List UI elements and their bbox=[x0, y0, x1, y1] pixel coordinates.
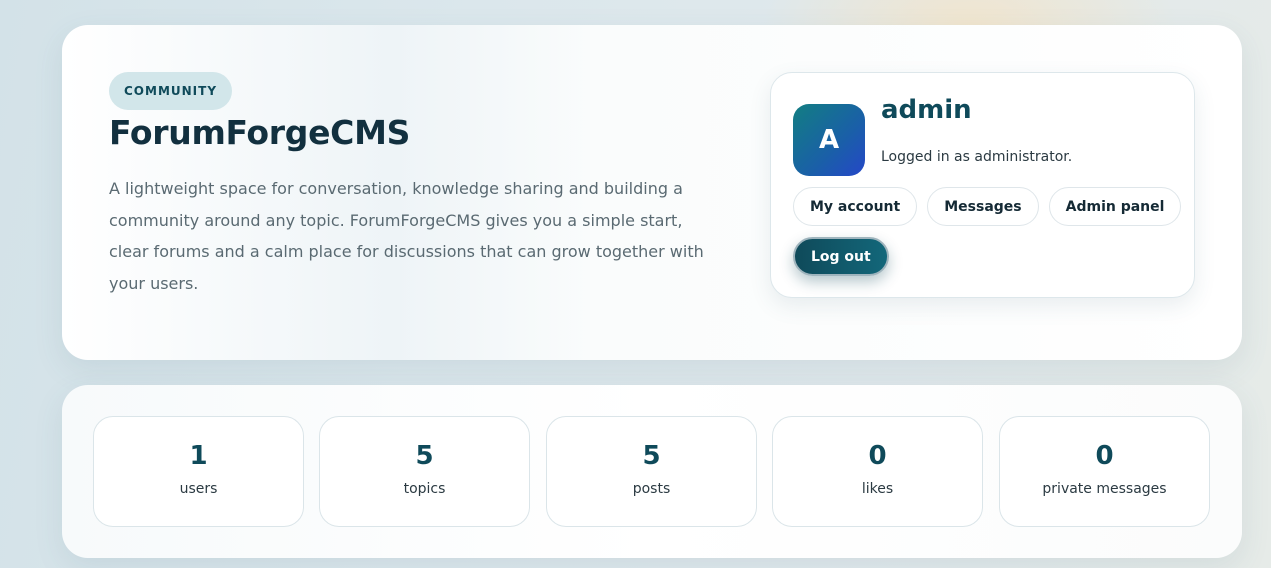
stat-label: users bbox=[179, 481, 218, 497]
community-badge: COMMUNITY bbox=[109, 72, 233, 110]
stat-value: 0 bbox=[868, 441, 887, 471]
stat-card-topics: 5 topics bbox=[319, 416, 530, 527]
stat-card-posts: 5 posts bbox=[546, 416, 757, 527]
stat-label: posts bbox=[632, 481, 671, 497]
stat-label: topics bbox=[403, 481, 446, 497]
user-card: A admin Logged in as administrator. My a… bbox=[770, 72, 1195, 298]
stat-card-likes: 0 likes bbox=[772, 416, 983, 527]
stat-value: 1 bbox=[189, 441, 208, 471]
stats-panel: 1 users 5 topics 5 posts 0 likes 0 priva… bbox=[62, 385, 1242, 558]
logout-button[interactable]: Log out bbox=[793, 237, 889, 276]
site-description: A lightweight space for conversation, kn… bbox=[109, 179, 704, 293]
stat-label: likes bbox=[861, 481, 894, 497]
stat-card-users: 1 users bbox=[93, 416, 304, 527]
user-role-text: Logged in as administrator. bbox=[881, 149, 1073, 165]
stat-value: 5 bbox=[642, 441, 661, 471]
site-title: ForumForgeCMS bbox=[109, 113, 411, 152]
stat-value: 5 bbox=[415, 441, 434, 471]
stat-value: 0 bbox=[1095, 441, 1114, 471]
username: admin bbox=[881, 95, 972, 125]
admin-panel-button[interactable]: Admin panel bbox=[1048, 187, 1182, 226]
messages-button[interactable]: Messages bbox=[927, 187, 1039, 226]
hero-panel: COMMUNITY ForumForgeCMS A lightweight sp… bbox=[62, 25, 1242, 360]
stat-label: private messages bbox=[1042, 481, 1167, 497]
stat-card-private-messages: 0 private messages bbox=[999, 416, 1210, 527]
my-account-button[interactable]: My account bbox=[793, 187, 918, 226]
user-actions: My account Messages Admin panel Log out bbox=[793, 187, 1183, 276]
avatar: A bbox=[793, 104, 865, 176]
